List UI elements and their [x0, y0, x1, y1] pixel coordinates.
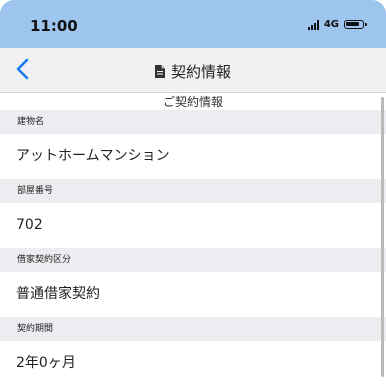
field-label-lease-type: 借家契約区分: [0, 248, 386, 272]
scrollbar[interactable]: [381, 97, 384, 377]
phone-screen: 11:00 4G 契約情報 ご契約情報 建物名 アットホームマンション 部屋番号…: [0, 0, 386, 388]
field-value-room-number: 702: [0, 203, 386, 248]
field-label-building-name: 建物名: [0, 110, 386, 134]
status-time: 11:00: [30, 17, 78, 35]
page-title-text: 契約情報: [170, 63, 231, 81]
field-label-room-number: 部屋番号: [0, 179, 386, 203]
field-label-contract-period: 契約期間: [0, 317, 386, 341]
status-indicators: 4G: [307, 19, 367, 30]
navigation-bar: 契約情報: [0, 48, 386, 93]
contract-detail-list[interactable]: ご契約情報 建物名 アットホームマンション 部屋番号 702 借家契約区分 普通…: [0, 93, 386, 388]
status-bar: 11:00 4G: [0, 0, 386, 48]
page-title: 契約情報: [0, 61, 386, 82]
battery-icon: [344, 20, 367, 29]
document-icon: [154, 65, 165, 78]
section-header: ご契約情報: [0, 93, 386, 110]
network-label: 4G: [323, 19, 339, 30]
signal-icon: [307, 19, 319, 30]
field-value-contract-period: 2年0ヶ月: [0, 341, 386, 386]
field-value-building-name: アットホームマンション: [0, 134, 386, 179]
field-value-lease-type: 普通借家契約: [0, 272, 386, 317]
